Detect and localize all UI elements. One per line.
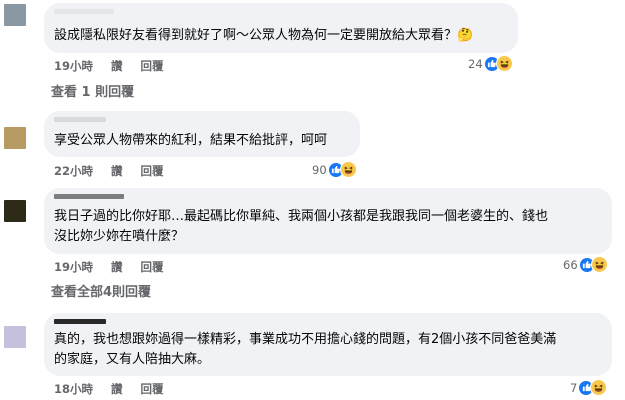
reaction-count: 24	[468, 56, 483, 71]
comment-text-line: 真的，我也想跟妳過得一樣精彩，事業成功不用擔心錢的問題，有2個小孩不同爸爸美滿	[54, 332, 557, 347]
commenter-name-redacted[interactable]	[54, 117, 106, 122]
comment-timestamp[interactable]: 19小時	[54, 58, 93, 74]
reply-button[interactable]: 回覆	[141, 58, 164, 74]
like-button[interactable]: 讚	[111, 163, 123, 179]
like-button[interactable]: 讚	[111, 259, 123, 275]
avatar[interactable]	[4, 4, 26, 26]
haha-reaction-icon	[339, 161, 357, 178]
view-replies-link[interactable]: 查看全部4則回覆	[51, 281, 151, 300]
comment-bubble: 我日子過的比你好耶…最起碼比你單純、我兩個小孩都是我跟我同一個老婆生的、錢也 沒…	[44, 188, 612, 254]
avatar[interactable]	[4, 127, 26, 149]
comment-actions: 19小時 讚 回覆	[54, 58, 178, 74]
comment-actions: 22小時 讚 回覆	[54, 163, 178, 179]
comment-text: 享受公眾人物帶來的紅利，結果不給批評，呵呵	[54, 133, 328, 148]
comment-timestamp[interactable]: 18小時	[54, 381, 93, 397]
commenter-name-redacted[interactable]	[54, 319, 106, 324]
comment-bubble: 真的，我也想跟妳過得一樣精彩，事業成功不用擔心錢的問題，有2個小孩不同爸爸美滿 …	[44, 313, 612, 376]
haha-reaction-icon	[590, 379, 608, 396]
haha-reaction-icon	[590, 256, 608, 273]
reaction-count: 66	[563, 257, 578, 272]
like-button[interactable]: 讚	[111, 381, 123, 397]
comment-text-line: 沒比妳少妳在噴什麼？	[54, 229, 185, 244]
reaction-summary[interactable]: 7	[570, 379, 608, 396]
comment-actions: 18小時 讚 回覆	[54, 381, 178, 397]
reaction-summary[interactable]: 66	[563, 256, 608, 273]
reply-button[interactable]: 回覆	[141, 259, 164, 275]
comment-bubble: 設成隱私限好友看得到就好了啊～公眾人物為何一定要開放給大眾看？🤔	[44, 3, 518, 53]
view-replies-link[interactable]: 查看 1 則回覆	[51, 81, 134, 100]
reply-button[interactable]: 回覆	[141, 381, 164, 397]
reply-button[interactable]: 回覆	[141, 163, 164, 179]
avatar[interactable]	[4, 326, 26, 348]
reaction-count: 90	[312, 162, 327, 177]
comment-text-line: 的家庭，又有人陪抽大麻。	[54, 352, 211, 367]
haha-reaction-icon	[495, 55, 513, 72]
comment-timestamp[interactable]: 19小時	[54, 259, 93, 275]
comment-text: 設成隱私限好友看得到就好了啊～公眾人物為何一定要開放給大眾看？🤔	[54, 28, 474, 43]
commenter-name-redacted[interactable]	[54, 194, 124, 199]
like-button[interactable]: 讚	[111, 58, 123, 74]
avatar[interactable]	[4, 200, 26, 222]
comment-text-line: 我日子過的比你好耶…最起碼比你單純、我兩個小孩都是我跟我同一個老婆生的、錢也	[54, 209, 549, 224]
commenter-name-redacted[interactable]	[54, 9, 114, 14]
comment-bubble: 享受公眾人物帶來的紅利，結果不給批評，呵呵	[44, 111, 360, 157]
comment-timestamp[interactable]: 22小時	[54, 163, 93, 179]
reaction-summary[interactable]: 90	[312, 161, 357, 178]
comment-actions: 19小時 讚 回覆	[54, 259, 178, 275]
reaction-summary[interactable]: 24	[468, 55, 513, 72]
reaction-count: 7	[570, 380, 578, 395]
